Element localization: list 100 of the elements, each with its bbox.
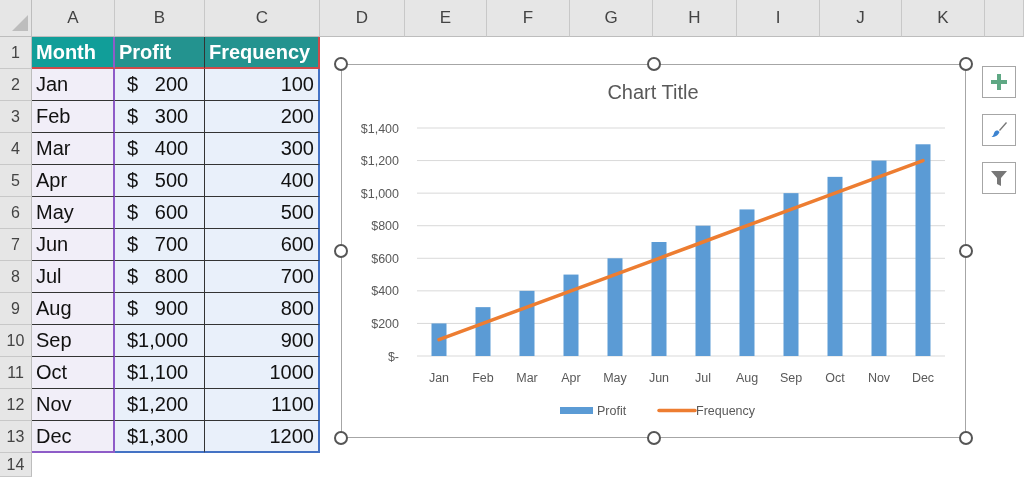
axis-tick-label: Jan xyxy=(428,371,450,385)
axis-tick-label: Mar xyxy=(516,371,538,385)
column-header[interactable]: E xyxy=(405,0,487,37)
axis-tick-label: Jun xyxy=(648,371,670,385)
row-header[interactable]: 9 xyxy=(0,293,32,325)
axis-tick-label: Apr xyxy=(561,371,581,385)
row-header[interactable]: 3 xyxy=(0,101,32,133)
table-cell: $1,300 xyxy=(115,421,205,453)
column-header[interactable]: I xyxy=(737,0,820,37)
table-cell: $1,100 xyxy=(115,357,205,389)
resize-handle[interactable] xyxy=(334,244,348,258)
column-header[interactable]: B xyxy=(115,0,205,37)
table-cell: Jun xyxy=(32,229,115,261)
table-cell: 900 xyxy=(205,325,320,357)
axis-tick-label: $600 xyxy=(371,251,399,266)
axis-tick-label: $- xyxy=(387,349,399,364)
axis-tick-label: $1,200 xyxy=(360,154,399,169)
table-cell: $1,200 xyxy=(115,389,205,421)
table-cell: Nov xyxy=(32,389,115,421)
table-cell: $ 400 xyxy=(115,133,205,165)
table-cell: $ 500 xyxy=(115,165,205,197)
table-cell: Apr xyxy=(32,165,115,197)
resize-handle[interactable] xyxy=(646,57,661,71)
resize-handle[interactable] xyxy=(334,431,348,445)
chart-filter-button[interactable] xyxy=(982,162,1016,194)
table-cell: 1000 xyxy=(205,357,320,389)
column-header[interactable]: A xyxy=(32,0,115,37)
axis-tick-label: $1,400 xyxy=(360,121,399,136)
chart-style-button[interactable] xyxy=(982,114,1016,146)
row-header[interactable]: 1 xyxy=(0,37,32,69)
table-cell: 500 xyxy=(205,197,320,229)
axis-tick-label: $1,000 xyxy=(360,186,399,201)
table-cell: Jul xyxy=(32,261,115,293)
row-header[interactable]: 10 xyxy=(0,325,32,357)
axis-tick-label: Dec xyxy=(911,371,935,385)
table-cell: $1,000 xyxy=(115,325,205,357)
resize-handle[interactable] xyxy=(959,244,973,258)
table-cell: 200 xyxy=(205,101,320,133)
plus-icon xyxy=(990,73,1008,91)
table-cell: $ 700 xyxy=(115,229,205,261)
table-cell: May xyxy=(32,197,115,229)
column-header[interactable]: D xyxy=(320,0,405,37)
table-cell: $ 800 xyxy=(115,261,205,293)
column-header[interactable]: C xyxy=(205,0,320,37)
axis-tick-label: Feb xyxy=(472,371,494,385)
row-header[interactable]: 8 xyxy=(0,261,32,293)
chart-title: Chart Title xyxy=(607,81,699,103)
table-cell: 800 xyxy=(205,293,320,325)
row-header[interactable]: 4 xyxy=(0,133,32,165)
axis-tick-label: Nov xyxy=(867,371,891,385)
row-header[interactable]: 7 xyxy=(0,229,32,261)
table-cell: $ 900 xyxy=(115,293,205,325)
funnel-icon xyxy=(990,169,1008,187)
axis-tick-label: $400 xyxy=(371,284,399,299)
table-cell: 700 xyxy=(205,261,320,293)
table-header-cell: Month xyxy=(32,37,115,69)
row-header[interactable]: 2 xyxy=(0,69,32,101)
table-cell: Dec xyxy=(32,421,115,453)
table-header-cell: Profit xyxy=(115,37,205,69)
axis-tick-label: Oct xyxy=(825,371,845,385)
table-cell: 400 xyxy=(205,165,320,197)
legend-label: Profit xyxy=(597,404,627,418)
row-header[interactable]: 11 xyxy=(0,357,32,389)
column-header[interactable]: G xyxy=(570,0,653,37)
table-cell: Feb xyxy=(32,101,115,133)
table-cell: Sep xyxy=(32,325,115,357)
table-cell: 1100 xyxy=(205,389,320,421)
column-header[interactable]: K xyxy=(902,0,985,37)
table-cell: Mar xyxy=(32,133,115,165)
axis-tick-label: $200 xyxy=(371,316,399,331)
column-header[interactable]: H xyxy=(653,0,737,37)
table-cell: Oct xyxy=(32,357,115,389)
add-chart-element-button[interactable] xyxy=(982,66,1016,98)
table-header-cell: Frequency xyxy=(205,37,320,69)
row-header[interactable]: 5 xyxy=(0,165,32,197)
legend-swatch xyxy=(560,407,593,414)
axis-tick-label: Sep xyxy=(779,371,803,385)
resize-handle[interactable] xyxy=(334,57,348,71)
table-cell: Aug xyxy=(32,293,115,325)
resize-handle[interactable] xyxy=(959,57,973,71)
legend-label: Frequency xyxy=(696,404,756,418)
row-header[interactable]: 14 xyxy=(0,453,32,477)
table-cell: 300 xyxy=(205,133,320,165)
table-cell: 100 xyxy=(205,69,320,101)
resize-handle[interactable] xyxy=(959,431,973,445)
row-header[interactable]: 12 xyxy=(0,389,32,421)
table-cell: $ 300 xyxy=(115,101,205,133)
table-cell: Jan xyxy=(32,69,115,101)
table-cell: $ 600 xyxy=(115,197,205,229)
column-header[interactable]: F xyxy=(487,0,570,37)
axis-tick-label: $800 xyxy=(371,219,399,234)
legend-swatch xyxy=(657,408,697,413)
column-header[interactable]: J xyxy=(820,0,902,37)
paintbrush-icon xyxy=(990,121,1008,139)
axis-tick-label: Jul xyxy=(695,371,711,385)
row-header[interactable]: 6 xyxy=(0,197,32,229)
table-cell: 1200 xyxy=(205,421,320,453)
row-header[interactable]: 13 xyxy=(0,421,32,453)
table-cell: $ 200 xyxy=(115,69,205,101)
table-cell: 600 xyxy=(205,229,320,261)
